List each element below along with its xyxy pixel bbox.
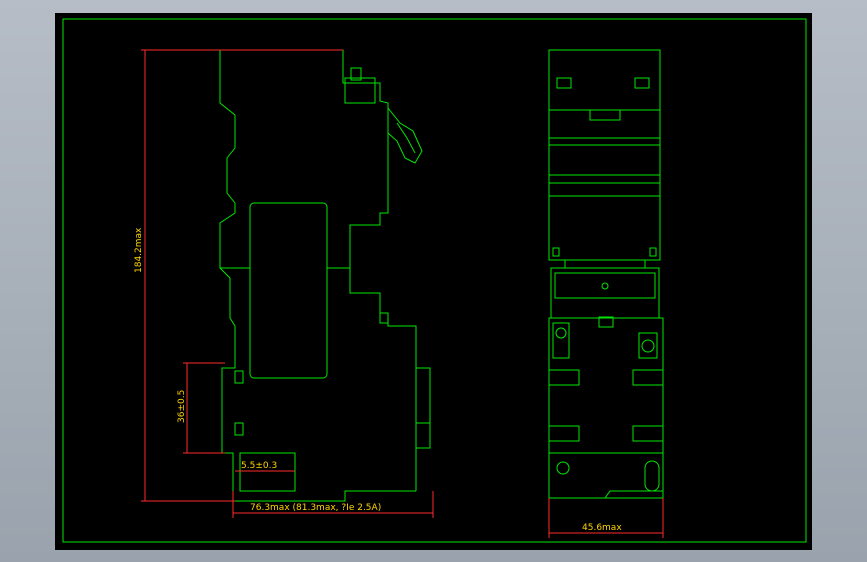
front-upper-body (548, 49, 661, 261)
front-left-screw-icon (555, 327, 567, 339)
front-lower-body (548, 317, 664, 499)
side-view-upper-outline (220, 49, 417, 491)
side-clip (379, 312, 389, 324)
front-slot-right-1 (632, 369, 664, 386)
dim-mount-height: 36±0.5 (177, 390, 187, 423)
front-center-screw (601, 282, 609, 290)
front-window-right (634, 77, 650, 89)
toggle-lever-detail (396, 122, 416, 154)
dim-offset: 5.5±0.3 (241, 461, 277, 471)
front-mount-slot (644, 460, 660, 492)
side-view-front-contour (219, 50, 236, 363)
side-notch-2 (234, 422, 244, 436)
side-view (219, 49, 431, 502)
dim-width: 45.6max (582, 523, 622, 533)
front-mount-hole (556, 461, 570, 475)
side-rear-tab (415, 367, 431, 424)
din-rail-clip (239, 452, 296, 492)
front-slot-right-2 (632, 425, 664, 442)
dim-depth: 76.3max (81.3max, ?Ie 2.5A) (250, 503, 381, 513)
side-notch-1 (234, 370, 244, 384)
top-terminal (344, 77, 376, 104)
front-slot-left-1 (548, 369, 580, 386)
cad-viewport[interactable]: 184.2max 36±0.5 5.5±0.3 76.3max (81.3max… (55, 13, 812, 550)
side-rear-tab-2 (415, 422, 431, 449)
front-terminal-section (550, 267, 660, 319)
front-window-left (556, 77, 572, 89)
dim-total-height: 184.2max (134, 227, 144, 273)
front-clip-right (649, 247, 657, 257)
front-terminal-cap (564, 259, 646, 269)
front-clip-left (552, 247, 560, 257)
front-terminal-window (554, 272, 656, 299)
front-view (548, 49, 664, 499)
front-right-screw-icon (641, 339, 655, 353)
front-bottom-profile (549, 490, 663, 499)
side-view-lower-outline (221, 326, 416, 502)
coil-body (249, 202, 328, 379)
front-label-slot (589, 109, 621, 121)
front-slot-left-2 (548, 425, 580, 442)
side-dimensions (141, 49, 434, 518)
drawing-border (62, 18, 807, 543)
drawing-canvas: 184.2max 36±0.5 5.5±0.3 76.3max (81.3max… (62, 18, 807, 543)
